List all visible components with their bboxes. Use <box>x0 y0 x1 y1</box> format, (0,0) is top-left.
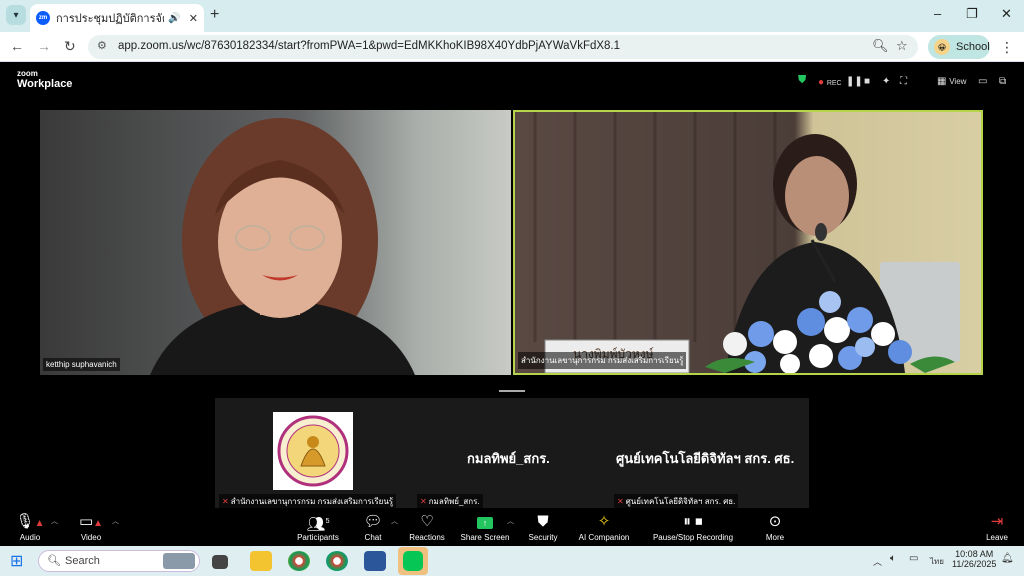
ai-sparkle-icon[interactable]: ✦ <box>882 76 890 87</box>
gallery-tag-2: ✕ กมลทิพย์_สกร. <box>417 494 483 509</box>
speaker-icon[interactable]: 🔈︎ <box>890 553 896 564</box>
video-tile-left[interactable]: ketthip suphavanich <box>40 110 511 375</box>
minimize-button[interactable]: – <box>934 6 941 21</box>
ai-companion-button[interactable]: ✧ AI Companion <box>568 512 640 542</box>
word-icon[interactable] <box>364 551 386 571</box>
organization-seal-icon <box>277 415 349 487</box>
pause-record-icon[interactable]: ❚❚ <box>846 76 863 87</box>
encryption-shield-icon[interactable]: ⛊ <box>798 74 806 87</box>
zoom-header <box>0 63 1024 99</box>
view-label: View <box>949 77 967 86</box>
fullscreen-icon[interactable]: ⛶ <box>900 76 907 87</box>
chrome-profile-icon[interactable] <box>326 551 348 571</box>
gallery-tile-3-name: ศูนย์เทคโนโลยีดิจิทัลฯ สกร. ศธ. <box>616 451 795 466</box>
maximize-button[interactable]: ❐ <box>966 6 978 22</box>
tab-title: การประชุมปฏิบัติการจัดทำแผนฯ <box>56 13 164 25</box>
task-view-icon[interactable] <box>212 555 228 569</box>
stop-record-icon[interactable]: ■ <box>864 76 870 87</box>
zoom-magnifier-icon[interactable]: 🔍︎ <box>872 38 889 54</box>
language-indicator[interactable]: ไทย <box>930 555 944 568</box>
taskbar-search[interactable]: 🔍︎ Search <box>38 550 200 572</box>
muted-mic-icon: ✕ <box>617 497 624 506</box>
forward-arrow-icon[interactable]: → <box>37 38 51 54</box>
resize-handle[interactable] <box>499 390 525 392</box>
profile-avatar-icon: 😀 <box>934 39 950 55</box>
video-options-chevron-icon[interactable]: ︿ <box>112 516 119 526</box>
more-button[interactable]: ⊙ More <box>739 512 811 542</box>
zoom-logo-text: zoom <box>17 69 38 78</box>
leave-door-icon: ⇥ <box>990 513 1004 530</box>
profile-label: School <box>956 41 990 53</box>
participant-name-right: สำนักงานเลขานุการกรม กรมส่งเสริมการเรียน… <box>518 352 687 369</box>
pause-stop-recording-button[interactable]: ⏸ ⏹ Pause/Stop Recording <box>648 512 738 542</box>
browser-menu-icon[interactable]: ⋮ <box>1000 39 1014 56</box>
ai-label: AI Companion <box>578 533 630 542</box>
rec-label: REC <box>826 80 842 87</box>
search-placeholder: Search <box>65 555 100 567</box>
search-icon: 🔍︎ <box>47 555 61 567</box>
taskbar-clock[interactable]: 10:08 AM 11/26/2025 <box>952 549 996 569</box>
participants-count: 5 <box>325 518 330 525</box>
clock-date: 11/26/2025 <box>952 559 997 569</box>
bookmark-star-icon[interactable]: ☆ <box>896 38 908 54</box>
gallery-tag-2-text: กมลทิพย์_สกร. <box>428 497 480 506</box>
video-tile-right-active-speaker[interactable]: นางพิมพ์บัวหงษ์ สำนักงานเลขานุการกรม กรม… <box>513 110 983 375</box>
back-arrow-icon[interactable]: ← <box>10 38 24 54</box>
tab-audio-icon[interactable]: 🔊 <box>168 13 180 24</box>
url-text: app.zoom.us/wc/87630182334/start?fromPWA… <box>118 40 621 52</box>
screen: ▾ zm การประชุมปฏิบัติการจัดทำแผนฯ 🔊 ✕ + … <box>0 0 1024 576</box>
gallery-tag-3-text: ศูนย์เทคโนโลยีดิจิทัลฯ สกร. ศธ. <box>625 497 736 506</box>
gallery-tag-1-text: สำนักงานเลขานุการกรม กรมส่งเสริมการเรียน… <box>230 497 394 506</box>
zoom-workplace-text: Workplace <box>17 78 73 90</box>
view-grid-icon: ▦ <box>937 76 947 87</box>
more-label: More <box>765 533 785 542</box>
tab-search-chevron-icon[interactable]: ▾ <box>6 5 26 25</box>
gallery-tag-1: ✕ สำนักงานเลขานุการกรม กรมส่งเสริมการเรีย… <box>219 494 397 509</box>
recording-indicator: ● REC <box>818 77 842 88</box>
browser-tab-zoom[interactable]: zm การประชุมปฏิบัติการจัดทำแผนฯ 🔊 ✕ <box>30 4 204 32</box>
address-bar[interactable]: ⚙ app.zoom.us/wc/87630182334/start?fromP… <box>88 35 918 59</box>
close-window-button[interactable]: ✕ <box>1001 6 1012 22</box>
gallery-tag-3: ✕ ศูนย์เทคโนโลยีดิจิทัลฯ สกร. ศธ. <box>614 494 739 509</box>
ai-sparkle-icon: ✧ <box>597 513 611 530</box>
reload-icon[interactable]: ↻ <box>64 38 76 55</box>
participant-video-left <box>150 118 415 375</box>
display-icon[interactable]: ▭ <box>909 553 918 564</box>
minimize-meeting-icon[interactable]: ⧉ <box>999 76 1006 87</box>
muted-mic-icon: ✕ <box>222 497 229 506</box>
gallery-strip: กมลทิพย์_สกร. ศูนย์เทคโนโลยีดิจิทัลฯ สกร… <box>215 398 809 508</box>
layout-icon[interactable]: ▭ <box>978 76 987 87</box>
search-highlight-image <box>163 553 195 569</box>
more-dots-icon: ⊙ <box>768 513 782 530</box>
leave-button[interactable]: ⇥ Leave <box>961 512 1024 542</box>
video-label: Video <box>80 533 102 542</box>
new-tab-button[interactable]: + <box>210 6 219 24</box>
tab-close-icon[interactable]: ✕ <box>189 12 198 25</box>
participant-video-right: นางพิมพ์บัวหงษ์ <box>533 112 960 373</box>
gallery-tile-1[interactable] <box>273 412 353 490</box>
record-label: Pause/Stop Recording <box>652 533 734 542</box>
site-settings-icon[interactable]: ⚙ <box>97 39 107 52</box>
pause-stop-icon: ⏸ ⏹ <box>683 513 703 530</box>
clock-time: 10:08 AM <box>955 549 994 559</box>
profile-button[interactable]: 😀 School <box>928 35 990 59</box>
line-app-icon <box>403 551 423 571</box>
notification-bell-icon[interactable]: 🔔︎ <box>1001 553 1014 564</box>
leave-label: Leave <box>986 533 1008 542</box>
tray-chevron-icon[interactable]: ︿ <box>873 555 882 568</box>
gallery-tile-2-name: กมลทิพย์_สกร. <box>467 451 550 466</box>
chrome-icon[interactable] <box>288 551 310 571</box>
file-explorer-icon[interactable] <box>250 551 272 571</box>
view-button[interactable]: ▦ View <box>937 76 966 87</box>
muted-mic-icon: ✕ <box>420 497 427 506</box>
participant-name-left: ketthip suphavanich <box>43 358 120 371</box>
zoom-favicon-icon: zm <box>36 11 50 25</box>
line-app-icon-highlight[interactable] <box>398 547 428 575</box>
windows-start-icon[interactable]: ⊞ <box>10 551 23 571</box>
